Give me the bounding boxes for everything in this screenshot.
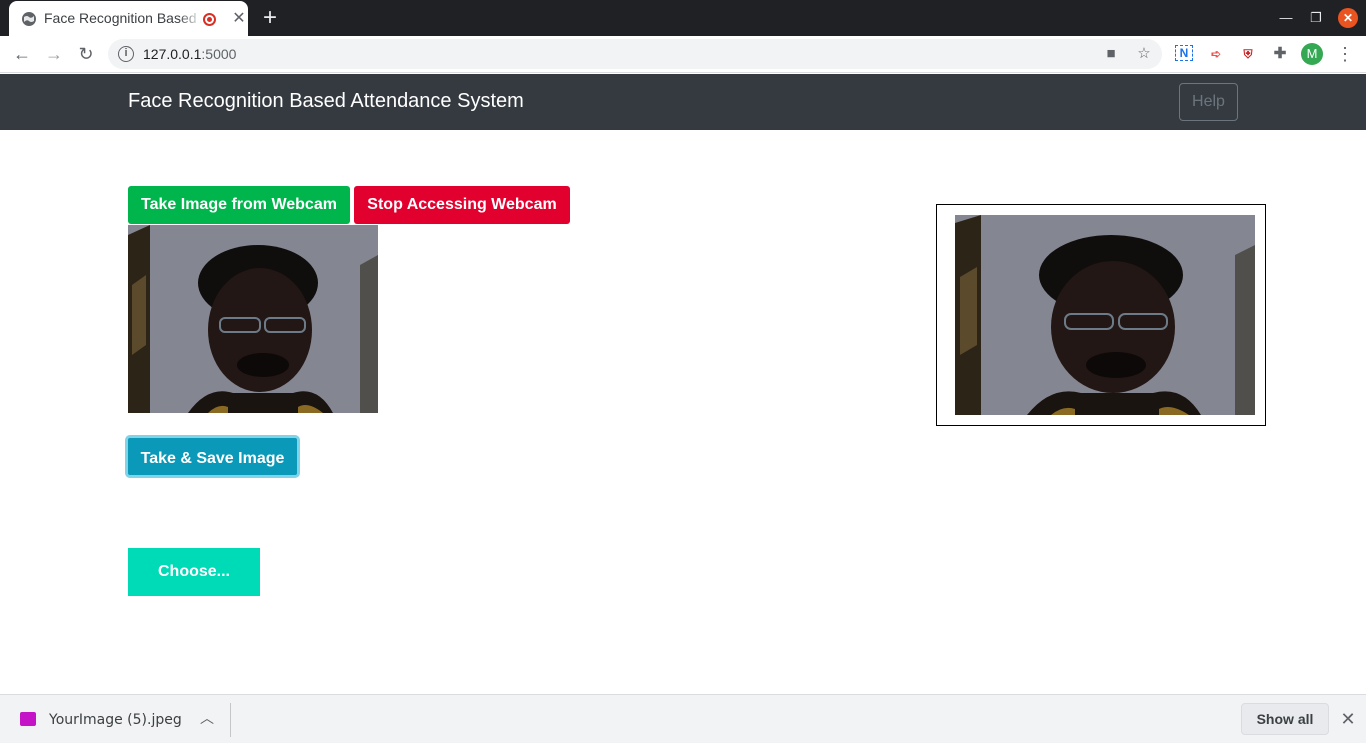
stop-accessing-webcam-button[interactable]: Stop Accessing Webcam [354,186,570,224]
browser-toolbar: ← → ↻ i 127.0.0.1:5000 ■ ☆ N ➪ ⛨ ✚ M ⋮ [0,36,1366,73]
take-and-save-image-button[interactable]: Take & Save Image [125,435,300,478]
show-all-button[interactable]: Show all [1241,703,1329,735]
shelf-divider [230,703,231,737]
restore-icon[interactable]: ❐ [1306,8,1326,28]
forward-arrow-icon[interactable]: → [42,42,66,66]
globe-icon [22,12,36,26]
profile-avatar[interactable]: M [1301,43,1323,65]
browser-tab[interactable]: Face Recognition Based Attendance System… [9,1,248,36]
tab-title: Face Recognition Based Attendance System [44,10,202,26]
app-navbar: Face Recognition Based Attendance System… [0,74,1366,130]
window-close-icon[interactable]: ✕ [1338,8,1358,28]
address-bar[interactable]: i 127.0.0.1:5000 ■ ☆ [108,39,1162,69]
take-image-from-webcam-button[interactable]: Take Image from Webcam [128,186,350,224]
close-icon[interactable]: ✕ [1339,709,1357,729]
minimize-icon[interactable]: — [1276,8,1296,28]
reload-icon[interactable]: ↻ [74,42,98,66]
chevron-up-icon[interactable]: ︿ [199,708,215,728]
captured-image [955,215,1255,415]
new-tab-button[interactable]: + [258,6,282,30]
browser-tab-strip: Face Recognition Based Attendance System… [0,0,1366,36]
help-button[interactable]: Help [1179,83,1238,121]
puzzle-icon[interactable]: ✚ [1271,45,1289,63]
url-port: :5000 [201,46,237,62]
tab-close-icon[interactable]: ✕ [230,10,248,28]
webcam-live-feed [128,225,378,413]
captured-image-frame [936,204,1266,426]
image-file-icon [20,712,36,726]
app-title[interactable]: Face Recognition Based Attendance System [128,90,524,113]
url-text[interactable]: 127.0.0.1:5000 [143,46,236,62]
extension-shield-icon[interactable]: ⛨ [1239,45,1257,63]
extension-n-icon[interactable]: N [1175,45,1193,61]
recording-indicator-icon [203,13,216,26]
back-arrow-icon[interactable]: ← [10,42,34,66]
more-menu-icon[interactable]: ⋮ [1336,42,1354,66]
download-shelf: YourImage (5).jpeg ︿ Show all ✕ [0,694,1366,743]
star-icon[interactable]: ☆ [1135,45,1153,63]
extension-arrow-icon[interactable]: ➪ [1207,45,1225,63]
download-file-name[interactable]: YourImage (5).jpeg [49,712,182,728]
camera-icon[interactable]: ■ [1102,45,1120,63]
site-info-icon[interactable]: i [118,46,134,62]
choose-file-button[interactable]: Choose... [128,548,260,596]
url-host: 127.0.0.1 [143,46,202,62]
